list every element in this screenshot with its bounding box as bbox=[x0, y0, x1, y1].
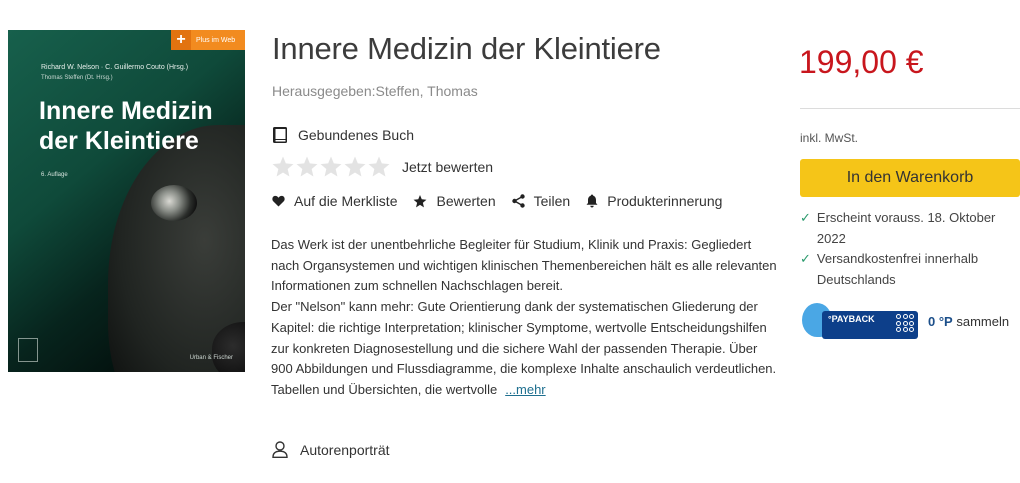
reminder-label: Produkterinnerung bbox=[607, 193, 723, 209]
product-description: Das Werk ist der unentbehrliche Begleite… bbox=[271, 235, 777, 401]
payback-suffix: sammeln bbox=[956, 313, 1010, 329]
cover-title: Innere Medizin der Kleintiere bbox=[39, 96, 239, 156]
price-divider bbox=[800, 108, 1020, 109]
book-icon bbox=[272, 126, 288, 144]
shipping-text: Versandkostenfrei innerhalb Deutschlands bbox=[816, 251, 979, 287]
payback-badge: °PAYBACK bbox=[822, 311, 918, 339]
rate-now-link[interactable]: Jetzt bewerten bbox=[402, 159, 493, 175]
cover-publisher: Urban & Fischer bbox=[189, 355, 233, 361]
share-icon bbox=[511, 194, 525, 208]
cover-badge: + Plus im Web bbox=[171, 30, 245, 50]
author-portrait-label: Autorenporträt bbox=[300, 441, 390, 458]
product-format: Gebundenes Buch bbox=[272, 126, 414, 144]
wishlist-button[interactable]: Auf die Merkliste bbox=[272, 193, 397, 209]
product-title: Innere Medizin der Kleintiere bbox=[272, 31, 661, 66]
rating-stars[interactable] bbox=[272, 156, 392, 178]
rating-star-icon[interactable] bbox=[368, 156, 390, 178]
cover-edition: 6. Auflage bbox=[41, 172, 68, 178]
payback-dots-icon bbox=[896, 314, 914, 332]
publisher-logo-icon bbox=[18, 338, 38, 362]
payback-logo: °PAYBACK bbox=[802, 303, 918, 339]
availability-info: ✓ Erscheint vorauss. 18. Oktober 2022 bbox=[800, 207, 1015, 249]
rating-star-icon[interactable] bbox=[320, 156, 342, 178]
rating-star-icon[interactable] bbox=[344, 156, 366, 178]
availability-text: Erscheint vorauss. 18. Oktober 2022 bbox=[816, 210, 996, 246]
cover-title-line1: Innere Medizin bbox=[39, 97, 213, 125]
author-portrait-link[interactable]: Autorenporträt bbox=[272, 441, 390, 458]
payback-points: °PAYBACK 0 °P sammeln bbox=[800, 303, 1009, 339]
payback-logo-text: °PAYBACK bbox=[828, 314, 875, 324]
wishlist-label: Auf die Merkliste bbox=[294, 193, 398, 209]
cover-badge-text: Plus im Web bbox=[196, 36, 236, 44]
read-more-link[interactable]: ...mehr bbox=[505, 382, 545, 397]
product-cover-image[interactable]: + Plus im Web Richard W. Nelson · C. Gui… bbox=[8, 30, 245, 372]
shipping-info: ✓ Versandkostenfrei innerhalb Deutschlan… bbox=[800, 248, 1015, 290]
rating-widget[interactable]: Jetzt bewerten bbox=[272, 156, 493, 178]
rating-star-icon[interactable] bbox=[272, 156, 294, 178]
rate-button[interactable]: Bewerten bbox=[413, 193, 496, 209]
user-icon bbox=[272, 441, 288, 458]
cover-title-line2: der Kleintiere bbox=[39, 127, 199, 155]
description-text: Das Werk ist der unentbehrliche Begleite… bbox=[271, 237, 777, 397]
plus-icon: + bbox=[171, 30, 191, 50]
reminder-button[interactable]: Produkterinnerung bbox=[586, 193, 722, 209]
rate-label: Bewerten bbox=[436, 193, 496, 209]
product-actions: Auf die Merkliste Bewerten Teilen Produk… bbox=[272, 193, 738, 209]
cover-editor: Thomas Steffen (Dt. Hrsg.) bbox=[41, 75, 113, 81]
add-to-cart-button[interactable]: In den Warenkorb bbox=[800, 159, 1020, 197]
rating-star-icon[interactable] bbox=[296, 156, 318, 178]
dog-eye-illustration bbox=[151, 185, 197, 221]
editor-line: Herausgegeben:Steffen, Thomas bbox=[272, 83, 478, 99]
product-price: 199,00 € bbox=[799, 44, 924, 80]
share-button[interactable]: Teilen bbox=[511, 193, 571, 209]
payback-points-text: 0 °P sammeln bbox=[928, 314, 1009, 329]
star-icon bbox=[414, 194, 427, 207]
payback-points-value: 0 °P bbox=[928, 313, 953, 329]
heart-icon bbox=[272, 195, 285, 207]
check-icon: ✓ bbox=[800, 251, 811, 266]
bell-icon bbox=[586, 194, 598, 208]
share-label: Teilen bbox=[533, 193, 571, 209]
cover-authors: Richard W. Nelson · C. Guillermo Couto (… bbox=[41, 64, 189, 71]
format-label: Gebundenes Buch bbox=[298, 127, 414, 143]
vat-note: inkl. MwSt. bbox=[800, 131, 859, 145]
check-icon: ✓ bbox=[800, 210, 811, 225]
